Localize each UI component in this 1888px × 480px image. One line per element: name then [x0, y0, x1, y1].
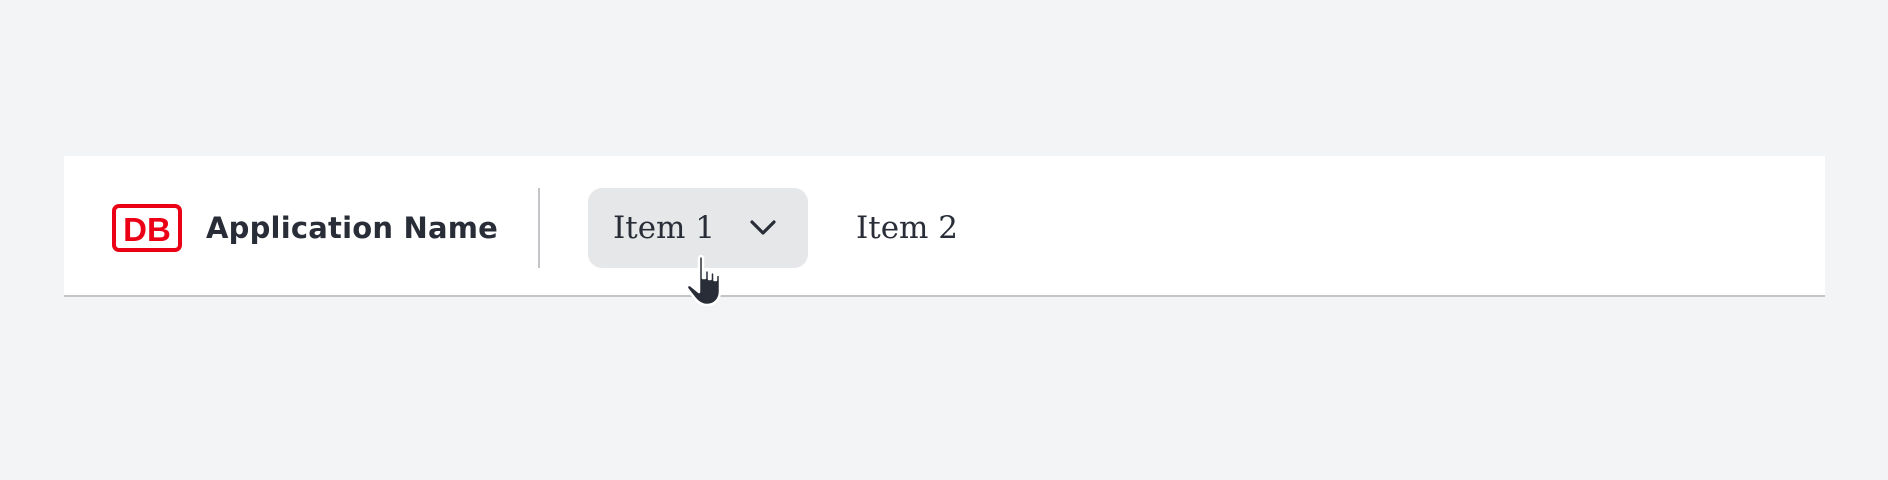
chevron-down-icon	[750, 220, 776, 235]
db-logo[interactable]: DB	[112, 204, 182, 252]
app-name: Application Name	[206, 211, 498, 245]
app-header: DB Application Name Item 1 Item 2	[64, 156, 1825, 297]
nav-item-2[interactable]: Item 2	[856, 188, 958, 268]
header-divider	[538, 188, 540, 268]
nav-item-2-label: Item 2	[856, 210, 959, 246]
nav-item-1-label: Item 1	[613, 210, 716, 246]
logo-text: DB	[123, 211, 171, 248]
hand-pointer-icon	[685, 254, 722, 307]
